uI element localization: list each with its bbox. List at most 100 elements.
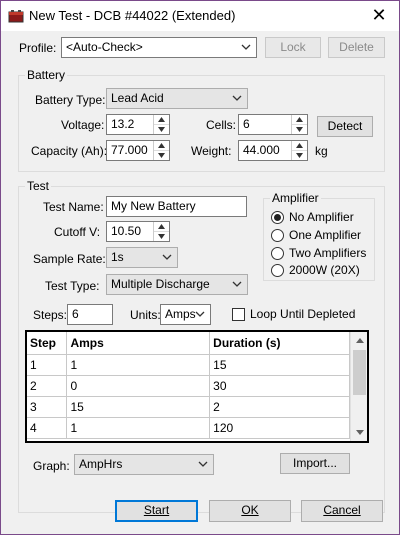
close-icon[interactable]: ✕	[367, 4, 391, 26]
spin-up-icon[interactable]	[292, 115, 307, 124]
test-name-label: Test Name:	[43, 200, 104, 214]
spin-down-icon[interactable]	[292, 150, 307, 159]
table-row[interactable]: 4 1 120	[27, 417, 350, 439]
radio-2000w[interactable]: 2000W (20X)	[271, 263, 360, 279]
cell-step[interactable]: 4	[27, 417, 68, 439]
battery-type-select[interactable]: Lead Acid	[106, 88, 248, 109]
cell-duration[interactable]: 15	[209, 354, 350, 376]
cutoff-spin[interactable]	[153, 222, 169, 241]
test-group-title: Test	[25, 179, 52, 193]
grid-scrollbar[interactable]	[350, 332, 367, 441]
checkbox-unchecked-icon	[232, 308, 245, 321]
cell-step[interactable]: 1	[27, 354, 68, 376]
cell-amps[interactable]: 0	[66, 375, 211, 397]
test-type-label: Test Type:	[45, 279, 100, 293]
cells-stepper[interactable]: 6	[238, 114, 308, 135]
steps-input[interactable]: 6	[67, 304, 113, 325]
profile-select[interactable]: <Auto-Check>	[61, 37, 257, 58]
graph-value: AmpHrs	[79, 457, 123, 471]
delete-button[interactable]: Delete	[328, 37, 385, 58]
radio-unselected-icon	[271, 229, 284, 242]
battery-group-title: Battery	[25, 68, 68, 82]
voltage-spin[interactable]	[153, 115, 169, 134]
cell-amps[interactable]: 15	[66, 396, 211, 418]
radio-no-amplifier[interactable]: No Amplifier	[271, 210, 354, 226]
chevron-down-icon	[194, 307, 206, 321]
battery-type-value: Lead Acid	[111, 91, 164, 105]
cell-amps[interactable]: 1	[66, 354, 211, 376]
test-type-select[interactable]: Multiple Discharge	[106, 274, 248, 295]
scroll-up-icon[interactable]	[351, 332, 367, 349]
cell-step[interactable]: 3	[27, 396, 68, 418]
radio-label: One Amplifier	[289, 228, 362, 242]
radio-unselected-icon	[271, 264, 284, 277]
spin-up-icon[interactable]	[292, 141, 307, 150]
table-row[interactable]: 2 0 30	[27, 375, 350, 397]
graph-select[interactable]: AmpHrs	[74, 454, 214, 475]
weight-unit: kg	[315, 144, 328, 158]
column-header-amps[interactable]: Amps	[66, 332, 211, 355]
cells-label: Cells:	[206, 118, 237, 132]
spin-up-icon[interactable]	[154, 222, 169, 231]
detect-button[interactable]: Detect	[317, 116, 373, 137]
new-test-dialog: New Test - DCB #44022 (Extended) ✕ Profi…	[0, 0, 400, 535]
sample-rate-select[interactable]: 1s	[106, 247, 178, 268]
window-title: New Test - DCB #44022 (Extended)	[29, 8, 236, 23]
weight-stepper[interactable]: 44.000	[238, 140, 308, 161]
weight-value: 44.000	[243, 143, 280, 157]
scroll-thumb[interactable]	[353, 350, 366, 395]
column-header-step[interactable]: Step	[27, 332, 68, 355]
spin-down-icon[interactable]	[292, 124, 307, 133]
table-row[interactable]: 1 1 15	[27, 354, 350, 376]
scroll-down-icon[interactable]	[351, 424, 367, 441]
radio-selected-icon	[271, 211, 284, 224]
cell-duration[interactable]: 30	[209, 375, 350, 397]
chevron-down-icon	[240, 40, 252, 54]
cell-amps[interactable]: 1	[66, 417, 211, 439]
units-select[interactable]: Amps	[160, 304, 211, 325]
spin-down-icon[interactable]	[154, 150, 169, 159]
cells-spin[interactable]	[291, 115, 307, 134]
weight-label: Weight:	[191, 144, 232, 158]
spin-up-icon[interactable]	[154, 115, 169, 124]
graph-label: Graph:	[33, 459, 70, 473]
spin-down-icon[interactable]	[154, 124, 169, 133]
cancel-button[interactable]: Cancel	[301, 500, 383, 522]
profile-select-value: <Auto-Check>	[66, 40, 143, 54]
test-name-input[interactable]: My New Battery	[106, 196, 247, 217]
chevron-down-icon	[231, 277, 243, 291]
ok-button[interactable]: OK	[209, 500, 291, 522]
title-bar[interactable]: New Test - DCB #44022 (Extended) ✕	[1, 1, 399, 31]
spin-down-icon[interactable]	[154, 231, 169, 240]
lock-button[interactable]: Lock	[265, 37, 321, 58]
weight-spin[interactable]	[291, 141, 307, 160]
radio-one-amplifier[interactable]: One Amplifier	[271, 228, 361, 244]
capacity-spin[interactable]	[153, 141, 169, 160]
radio-label: No Amplifier	[289, 210, 354, 224]
radio-two-amplifiers[interactable]: Two Amplifiers	[271, 246, 366, 262]
spin-up-icon[interactable]	[154, 141, 169, 150]
amplifier-group-title: Amplifier	[270, 191, 321, 205]
steps-grid[interactable]: Step Amps Duration (s) 1 1 15 2 0 30 3 1…	[25, 330, 369, 443]
voltage-stepper[interactable]: 13.2	[106, 114, 170, 135]
cutoff-label: Cutoff V:	[54, 225, 101, 239]
start-button[interactable]: Start	[115, 500, 198, 522]
start-button-label: Start	[143, 503, 170, 517]
ok-button-label: OK	[241, 503, 259, 517]
cutoff-stepper[interactable]: 10.50	[106, 221, 170, 242]
capacity-stepper[interactable]: 77.000	[106, 140, 170, 161]
capacity-value: 77.000	[111, 143, 148, 157]
sample-rate-value: 1s	[111, 250, 124, 264]
test-name-value: My New Battery	[111, 199, 196, 213]
table-row[interactable]: 3 15 2	[27, 396, 350, 418]
cell-duration[interactable]: 2	[209, 396, 350, 418]
cell-duration[interactable]: 120	[209, 417, 350, 439]
units-label: Units:	[130, 308, 161, 322]
column-header-duration[interactable]: Duration (s)	[209, 332, 350, 355]
units-value: Amps	[165, 307, 196, 321]
loop-until-depleted-checkbox[interactable]: Loop Until Depleted	[232, 307, 355, 323]
chevron-down-icon	[197, 457, 209, 471]
voltage-label: Voltage:	[61, 118, 105, 132]
import-button[interactable]: Import...	[280, 453, 350, 474]
cell-step[interactable]: 2	[27, 375, 68, 397]
